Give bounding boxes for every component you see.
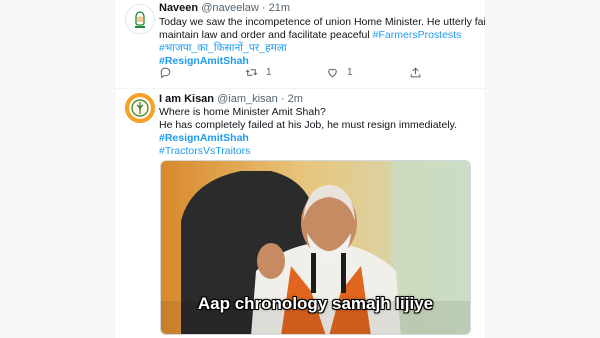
hashtag-link[interactable]: #FarmersProstests xyxy=(373,29,462,41)
handle[interactable]: @iam_kisan xyxy=(217,93,278,105)
tweet-actions: 1 1 xyxy=(159,66,459,82)
handle[interactable]: @naveelaw xyxy=(201,2,259,14)
tweet-line: Today we saw the incompetence of union H… xyxy=(159,16,485,28)
video-thumbnail[interactable]: Aap chronology samajh lijiye xyxy=(160,160,471,335)
avatar[interactable] xyxy=(125,4,155,34)
hashtag-link[interactable]: #TractorsVsTraitors xyxy=(159,145,479,158)
left-gutter xyxy=(0,0,115,338)
timestamp[interactable]: 2m xyxy=(288,93,303,105)
kisan-logo-icon xyxy=(125,93,155,123)
display-name[interactable]: I am Kisan xyxy=(159,93,214,105)
tweet[interactable]: Naveen @naveelaw · 21m Today we saw the … xyxy=(115,0,485,89)
video-caption: Aap chronology samajh lijiye xyxy=(197,294,434,313)
avatar[interactable] xyxy=(125,93,155,123)
like-button[interactable]: 1 xyxy=(326,66,353,79)
heart-icon xyxy=(328,68,337,78)
tweet-header: Naveen @naveelaw · 21m xyxy=(159,2,290,14)
retweet-icon xyxy=(245,69,258,76)
like-count: 1 xyxy=(347,67,353,78)
retweet-button[interactable]: 1 xyxy=(245,66,272,79)
tweet-text: Where is home Minister Amit Shah? He has… xyxy=(159,106,479,158)
separator: · xyxy=(261,2,266,14)
display-name[interactable]: Naveen xyxy=(159,2,198,14)
tweet-line: Where is home Minister Amit Shah? xyxy=(159,106,326,118)
share-button[interactable] xyxy=(409,66,422,79)
party-logo-icon xyxy=(127,6,153,32)
tweet-line: He has completely failed at his Job, he … xyxy=(159,119,458,131)
retweet-count: 1 xyxy=(266,67,272,78)
tweet-line-text: maintain law and order and facilitate pe… xyxy=(159,29,370,41)
tweet-text: Today we saw the incompetence of union H… xyxy=(159,16,485,68)
timeline: Naveen @naveelaw · 21m Today we saw the … xyxy=(115,0,485,338)
right-gutter xyxy=(485,0,600,338)
share-icon xyxy=(410,67,421,78)
hashtag-link[interactable]: #ResignAmitShah xyxy=(159,132,479,145)
separator: · xyxy=(280,93,285,105)
hashtag-link[interactable]: #भाजपा_का_किसानों_पर_हमला xyxy=(159,42,479,55)
timestamp[interactable]: 21m xyxy=(269,2,290,14)
tweet-line: maintain law and order and facilitate pe… xyxy=(159,29,479,42)
reply-button[interactable] xyxy=(159,66,180,79)
tweet[interactable]: I am Kisan @iam_kisan · 2m Where is home… xyxy=(115,89,485,338)
tweet-header: I am Kisan @iam_kisan · 2m xyxy=(159,93,303,105)
reply-icon xyxy=(160,67,171,79)
